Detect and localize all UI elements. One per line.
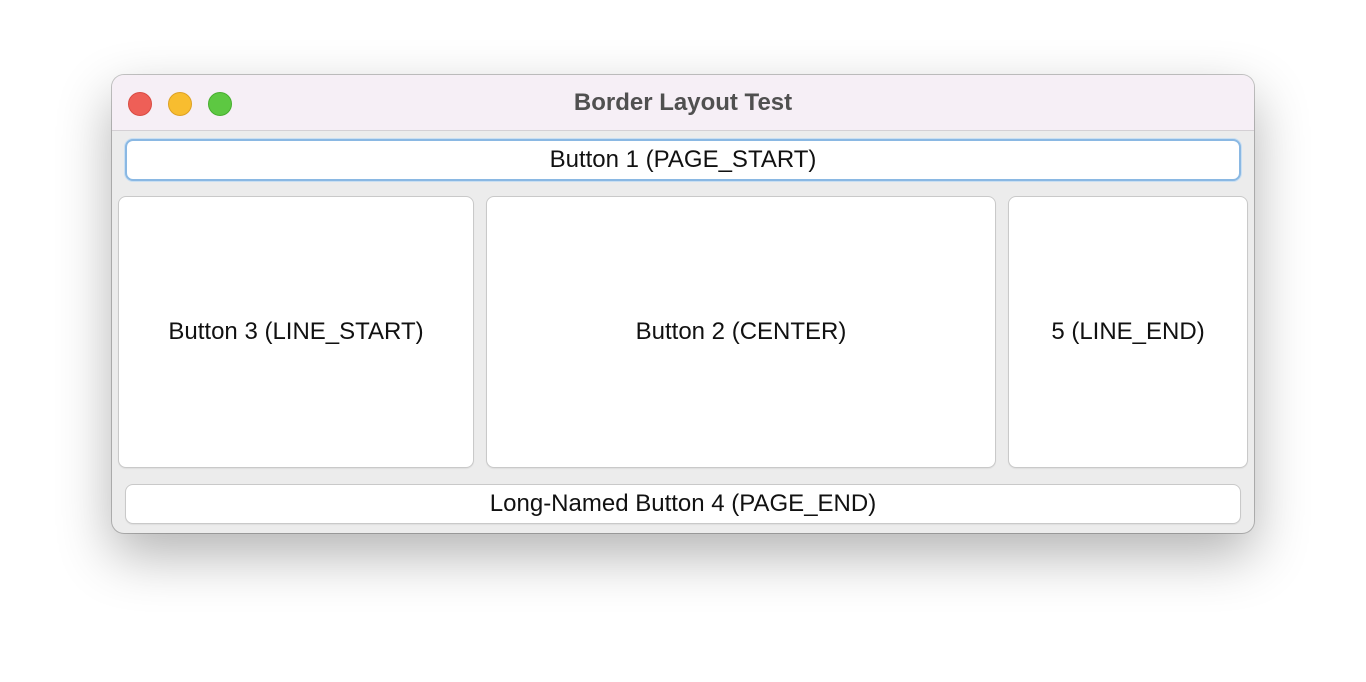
line-start-button[interactable]: Button 3 (LINE_START) xyxy=(118,196,474,468)
page-start-button[interactable]: Button 1 (PAGE_START) xyxy=(125,139,1241,181)
page-end-button[interactable]: Long-Named Button 4 (PAGE_END) xyxy=(125,484,1241,524)
window-title: Border Layout Test xyxy=(573,89,793,116)
app-window: Border Layout Test Button 1 (PAGE_START)… xyxy=(112,75,1254,533)
center-button[interactable]: Button 2 (CENTER) xyxy=(486,196,996,468)
line-end-button[interactable]: 5 (LINE_END) xyxy=(1008,196,1248,468)
title-bar[interactable]: Border Layout Test xyxy=(112,75,1254,131)
